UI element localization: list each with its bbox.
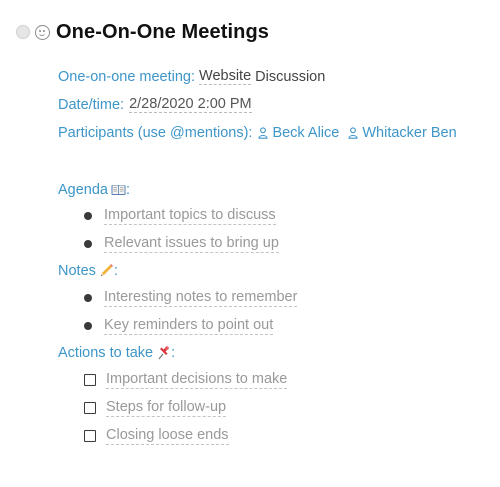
book-icon: [111, 185, 126, 195]
actions-item-text[interactable]: Steps for follow-up: [106, 399, 227, 417]
list-item[interactable]: Important topics to discuss: [84, 207, 276, 225]
actions-suffix: :: [171, 345, 176, 361]
page-title[interactable]: One-On-One Meetings: [56, 21, 269, 44]
datetime-field: Date/time: 2/28/2020 2:00 PM: [58, 96, 252, 113]
mention-whitacker-ben[interactable]: Whitacker Ben: [348, 125, 457, 141]
bullet-dot: [84, 294, 92, 302]
meeting-value-rest[interactable]: Discussion: [251, 69, 325, 85]
participants-label: Participants (use @mentions):: [58, 125, 253, 141]
list-item[interactable]: Key reminders to point out: [84, 317, 274, 335]
meeting-label: One-on-one meeting:: [58, 68, 196, 85]
agenda-item-text[interactable]: Important topics to discuss: [104, 207, 276, 225]
bullet-dot: [84, 240, 92, 248]
pushpin-icon: [158, 346, 169, 360]
meeting-value-website[interactable]: Website: [199, 68, 252, 85]
bullet-dot: [84, 322, 92, 330]
bullet-dot: [84, 212, 92, 220]
actions-item-text[interactable]: Closing loose ends: [106, 427, 229, 445]
pencil-icon: [100, 264, 113, 276]
actions-title: Actions to take: [58, 345, 154, 361]
notes-item-text[interactable]: Interesting notes to remember: [104, 289, 298, 307]
list-item[interactable]: Interesting notes to remember: [84, 289, 298, 307]
smiley-icon[interactable]: [35, 24, 50, 40]
list-item[interactable]: Important decisions to make: [84, 371, 288, 389]
agenda-title: Agenda: [58, 182, 108, 198]
mention-beck-alice[interactable]: Beck Alice: [258, 125, 339, 141]
list-item[interactable]: Relevant issues to bring up: [84, 235, 279, 253]
person-icon: [258, 127, 268, 139]
list-item[interactable]: Closing loose ends: [84, 427, 229, 445]
agenda-header: Agenda :: [58, 182, 130, 198]
mention-name: Whitacker Ben: [362, 125, 457, 141]
agenda-suffix: :: [126, 182, 131, 198]
actions-header: Actions to take :: [58, 345, 175, 361]
datetime-label: Date/time:: [58, 96, 125, 113]
agenda-item-text[interactable]: Relevant issues to bring up: [104, 235, 279, 253]
notes-item-text[interactable]: Key reminders to point out: [104, 317, 274, 335]
participants-field: Participants (use @mentions): Beck Alice…: [58, 125, 457, 141]
checkbox[interactable]: [84, 402, 96, 414]
notes-suffix: :: [113, 263, 118, 279]
notes-title: Notes: [58, 263, 96, 279]
circle-icon[interactable]: [16, 25, 30, 39]
mention-name: Beck Alice: [272, 125, 340, 141]
datetime-value[interactable]: 2/28/2020 2:00 PM: [129, 96, 252, 113]
checkbox[interactable]: [84, 374, 96, 386]
checkbox[interactable]: [84, 430, 96, 442]
meeting-field: One-on-one meeting: Website Discussion: [58, 68, 325, 85]
list-item[interactable]: Steps for follow-up: [84, 399, 227, 417]
title-row: One-On-One Meetings: [16, 20, 269, 44]
person-icon: [348, 127, 358, 139]
notes-header: Notes :: [58, 263, 118, 279]
actions-item-text[interactable]: Important decisions to make: [106, 371, 288, 389]
